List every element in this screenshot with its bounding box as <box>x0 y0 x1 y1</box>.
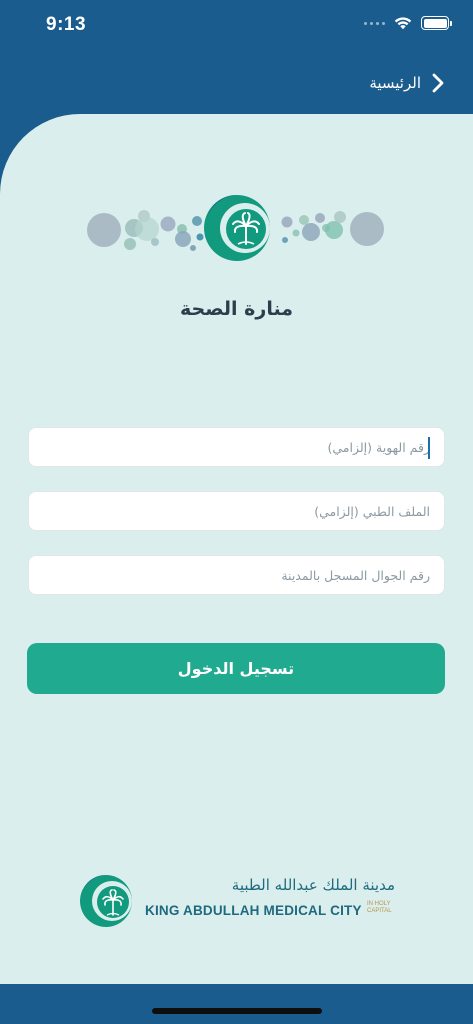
battery-icon <box>421 16 452 30</box>
wifi-icon <box>394 17 412 30</box>
home-back-label: الرئيسية <box>369 74 421 92</box>
national-id-field[interactable] <box>28 427 445 467</box>
kamc-subtitle: IN HOLY CAPITAL <box>367 901 392 914</box>
chevron-right-icon <box>432 73 444 93</box>
manarat-alsiha-logo <box>87 194 384 261</box>
national-id-input[interactable] <box>29 428 444 466</box>
phone-input[interactable] <box>29 556 444 594</box>
login-panel: منارة الصحة تسجيل الدخول مدينة الملك عبد… <box>0 114 473 984</box>
phone-field[interactable] <box>28 555 445 595</box>
kamc-name-arabic: مدينة الملك عبدالله الطبية <box>231 876 395 894</box>
status-time: 9:13 <box>46 14 87 35</box>
app-title: منارة الصحة <box>179 298 293 320</box>
status-bar: 9:13 <box>0 0 473 54</box>
login-button[interactable]: تسجيل الدخول <box>27 643 445 694</box>
kamc-name-english: KING ABDULLAH MEDICAL CITY <box>145 903 362 918</box>
home-indicator <box>152 1008 322 1014</box>
medical-file-field[interactable] <box>28 491 445 531</box>
text-caret <box>428 437 430 459</box>
medical-file-input[interactable] <box>29 492 444 530</box>
status-icons <box>364 16 452 30</box>
home-back-button[interactable]: الرئيسية <box>369 68 445 98</box>
cellular-signal-icon <box>364 21 385 25</box>
